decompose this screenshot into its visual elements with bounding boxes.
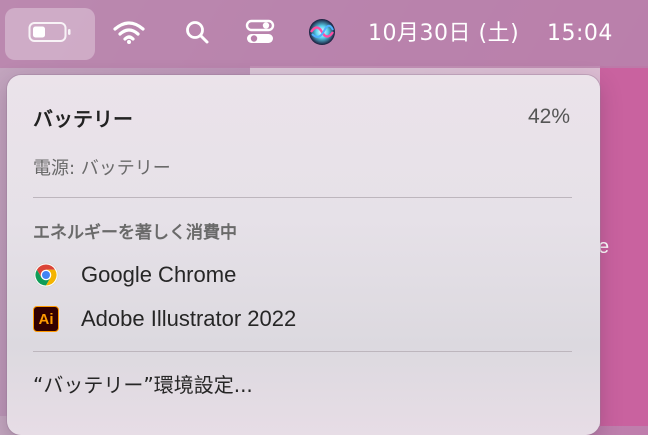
battery-menu-title: バッテリー bbox=[33, 107, 133, 131]
menubar-time[interactable]: 15:04 bbox=[547, 0, 613, 68]
menu-bar: 10月30日 (土) 15:04 bbox=[0, 0, 648, 68]
battery-icon bbox=[28, 21, 72, 47]
app-name: Google Chrome bbox=[81, 262, 237, 287]
wifi-icon bbox=[112, 19, 146, 49]
battery-percent: 42% bbox=[527, 105, 570, 128]
app-name: Adobe Illustrator 2022 bbox=[81, 306, 297, 331]
search-icon bbox=[184, 19, 210, 49]
menubar-date[interactable]: 10月30日 (土) bbox=[368, 0, 519, 68]
battery-menu: バッテリー 42% 電源: バッテリー エネルギーを著しく消費中 Google … bbox=[7, 75, 600, 435]
app-item-chrome[interactable]: Google Chrome bbox=[33, 257, 236, 293]
menu-divider bbox=[33, 197, 572, 198]
battery-preferences-item[interactable]: “バッテリー”環境設定... bbox=[33, 369, 253, 398]
battery-menu-button[interactable] bbox=[5, 8, 95, 60]
app-item-illustrator[interactable]: Ai Adobe Illustrator 2022 bbox=[33, 301, 296, 337]
wifi-menu-button[interactable] bbox=[108, 0, 150, 68]
power-source-label: 電源: バッテリー bbox=[33, 158, 171, 179]
energy-section-heading: エネルギーを著しく消費中 bbox=[33, 223, 237, 243]
control-center-button[interactable] bbox=[240, 0, 280, 68]
illustrator-icon-label: Ai bbox=[33, 306, 59, 332]
menu-divider bbox=[33, 351, 572, 352]
siri-icon bbox=[307, 17, 337, 51]
spotlight-button[interactable] bbox=[180, 0, 214, 68]
control-center-icon bbox=[244, 18, 276, 50]
illustrator-icon: Ai bbox=[33, 306, 59, 332]
siri-button[interactable] bbox=[303, 0, 341, 68]
chrome-icon bbox=[33, 262, 59, 288]
